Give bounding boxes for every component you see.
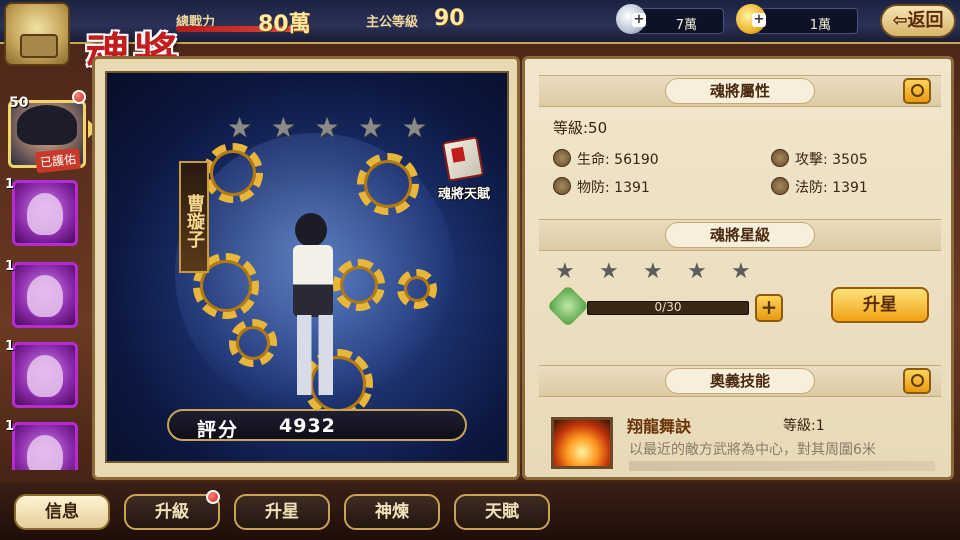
power-value: 80萬 xyxy=(258,12,311,37)
hero-level: 50 xyxy=(9,95,29,111)
hero-stage: ★ ★ ★ ★ ★ 曹璇子 魂將天賦 評分 4932 xyxy=(105,71,509,463)
seal-icon xyxy=(4,2,70,66)
gear-icon xyxy=(357,153,419,215)
score-value: 4932 xyxy=(279,415,336,437)
skill-description-overflow xyxy=(629,461,935,471)
magic-defense-value: 1391 xyxy=(832,180,868,196)
hero-star-rating: ★ ★ ★ ★ ★ xyxy=(227,111,427,144)
hero-screen: 總戰力 80萬 主公等級 90 7萬 + 1萬 + ⇦返回 魂將 1 1 1 1… xyxy=(0,0,960,540)
skill-level: 等級:1 xyxy=(783,418,825,434)
star-icon: ★ xyxy=(358,111,384,144)
hero-card[interactable]: 1 xyxy=(5,339,78,408)
score-bar: 評分 4932 xyxy=(167,409,467,441)
silver-display: 7萬 xyxy=(636,8,724,34)
talent-card-icon xyxy=(441,136,485,182)
hero-portrait xyxy=(27,193,63,235)
star-icon: ★ xyxy=(401,111,427,144)
gear-icon xyxy=(203,143,263,203)
physical-defense-value: 1391 xyxy=(614,180,650,196)
attack-label: 攻擊: xyxy=(795,152,828,168)
hero-level-text: 等級:50 xyxy=(553,119,608,137)
hero-card[interactable]: 1 xyxy=(5,177,78,246)
attack-stat: 攻擊: 3505 xyxy=(795,149,868,169)
hero-info-panel: 魂將屬性 等級:50 生命: 56190 攻擊: 3505 物防: 1391 法… xyxy=(522,56,954,480)
back-arrow-icon: ⇦ xyxy=(892,10,908,31)
gear-icon xyxy=(333,259,385,311)
hp-value: 56190 xyxy=(614,152,659,168)
magic-defense-icon xyxy=(771,177,789,195)
hero-view-panel: ★ ★ ★ ★ ★ 曹璇子 魂將天賦 評分 4932 xyxy=(92,56,520,480)
gold-add-button[interactable]: + xyxy=(752,13,766,27)
score-label: 評分 xyxy=(197,419,240,441)
upgrade-star-button[interactable]: 升星 xyxy=(831,287,929,323)
skill-title: 奧義技能 xyxy=(665,368,815,394)
hero-portrait xyxy=(27,435,63,470)
physical-defense-stat: 物防: 1391 xyxy=(577,177,650,197)
notification-dot xyxy=(72,90,86,104)
lord-level-label: 主公等級 xyxy=(366,15,419,30)
add-fragment-button[interactable]: + xyxy=(755,294,783,322)
skill-header: 奧義技能 xyxy=(539,365,941,397)
gear-icon xyxy=(397,269,437,309)
star-icon: ★ xyxy=(687,259,707,284)
attributes-title: 魂將屬性 xyxy=(665,78,815,104)
hp-label: 生命: xyxy=(577,152,610,168)
star-progress-text: 0/30 xyxy=(654,300,682,314)
gold-display: 1萬 xyxy=(756,8,858,34)
skill-search-button[interactable] xyxy=(903,368,931,394)
hp-stat: 生命: 56190 xyxy=(577,149,659,169)
star-level-header: 魂將星級 xyxy=(539,219,941,251)
tab-refine[interactable]: 神煉 xyxy=(344,494,440,530)
hero-level: 1 xyxy=(5,419,15,434)
skill-description: 以最近的敵方武將為中心，對其周圍6米 xyxy=(629,442,876,458)
star-icon: ★ xyxy=(731,259,751,284)
attack-icon xyxy=(771,149,789,167)
hp-icon xyxy=(553,149,571,167)
bottom-tab-bar: 信息 升級 升星 神煉 天賦 xyxy=(0,482,960,540)
star-icon: ★ xyxy=(270,111,296,144)
gear-icon xyxy=(229,319,277,367)
star-icon: ★ xyxy=(314,111,340,144)
hero-name: 曹璇子 xyxy=(179,161,209,273)
star-level-title: 魂將星級 xyxy=(665,222,815,248)
hero-portrait xyxy=(27,275,63,317)
talent-button[interactable]: 魂將天賦 xyxy=(427,136,501,203)
tab-star-up[interactable]: 升星 xyxy=(234,494,330,530)
hero-figure-head xyxy=(295,213,327,247)
talent-label: 魂將天賦 xyxy=(437,187,490,202)
attack-value: 3505 xyxy=(832,152,868,168)
physical-defense-icon xyxy=(553,177,571,195)
lord-level-value: 90 xyxy=(434,6,465,31)
back-label: 返回 xyxy=(907,10,944,31)
silver-amount: 7萬 xyxy=(675,18,697,33)
star-icon: ★ xyxy=(227,111,253,144)
notification-dot xyxy=(206,490,220,504)
tab-talent[interactable]: 天賦 xyxy=(454,494,550,530)
hero-level: 1 xyxy=(5,339,15,354)
star-icon: ★ xyxy=(555,259,575,284)
hero-level: 1 xyxy=(5,177,15,192)
skill-name: 翔龍舞訣 xyxy=(627,417,692,436)
back-button[interactable]: ⇦返回 xyxy=(880,4,956,38)
hero-portrait xyxy=(27,355,63,397)
skill-icon[interactable] xyxy=(551,417,613,469)
tab-info[interactable]: 信息 xyxy=(14,494,110,530)
star-fragment-icon xyxy=(546,284,590,328)
hero-card[interactable]: 1 xyxy=(5,419,78,470)
attributes-header: 魂將屬性 xyxy=(539,75,941,107)
physical-defense-label: 物防: xyxy=(577,180,610,196)
star-icon: ★ xyxy=(599,259,619,284)
attributes-search-button[interactable] xyxy=(903,78,931,104)
silver-add-button[interactable]: + xyxy=(632,13,646,27)
hero-figure xyxy=(293,245,333,317)
hero-level: 1 xyxy=(5,259,15,274)
hero-figure-legs xyxy=(297,315,333,395)
magic-defense-stat: 法防: 1391 xyxy=(795,177,868,197)
magic-defense-label: 法防: xyxy=(795,180,828,196)
star-icon: ★ xyxy=(643,259,663,284)
hero-portrait xyxy=(17,105,77,145)
hero-card[interactable]: 1 xyxy=(5,259,78,328)
gold-amount: 1萬 xyxy=(809,18,831,33)
